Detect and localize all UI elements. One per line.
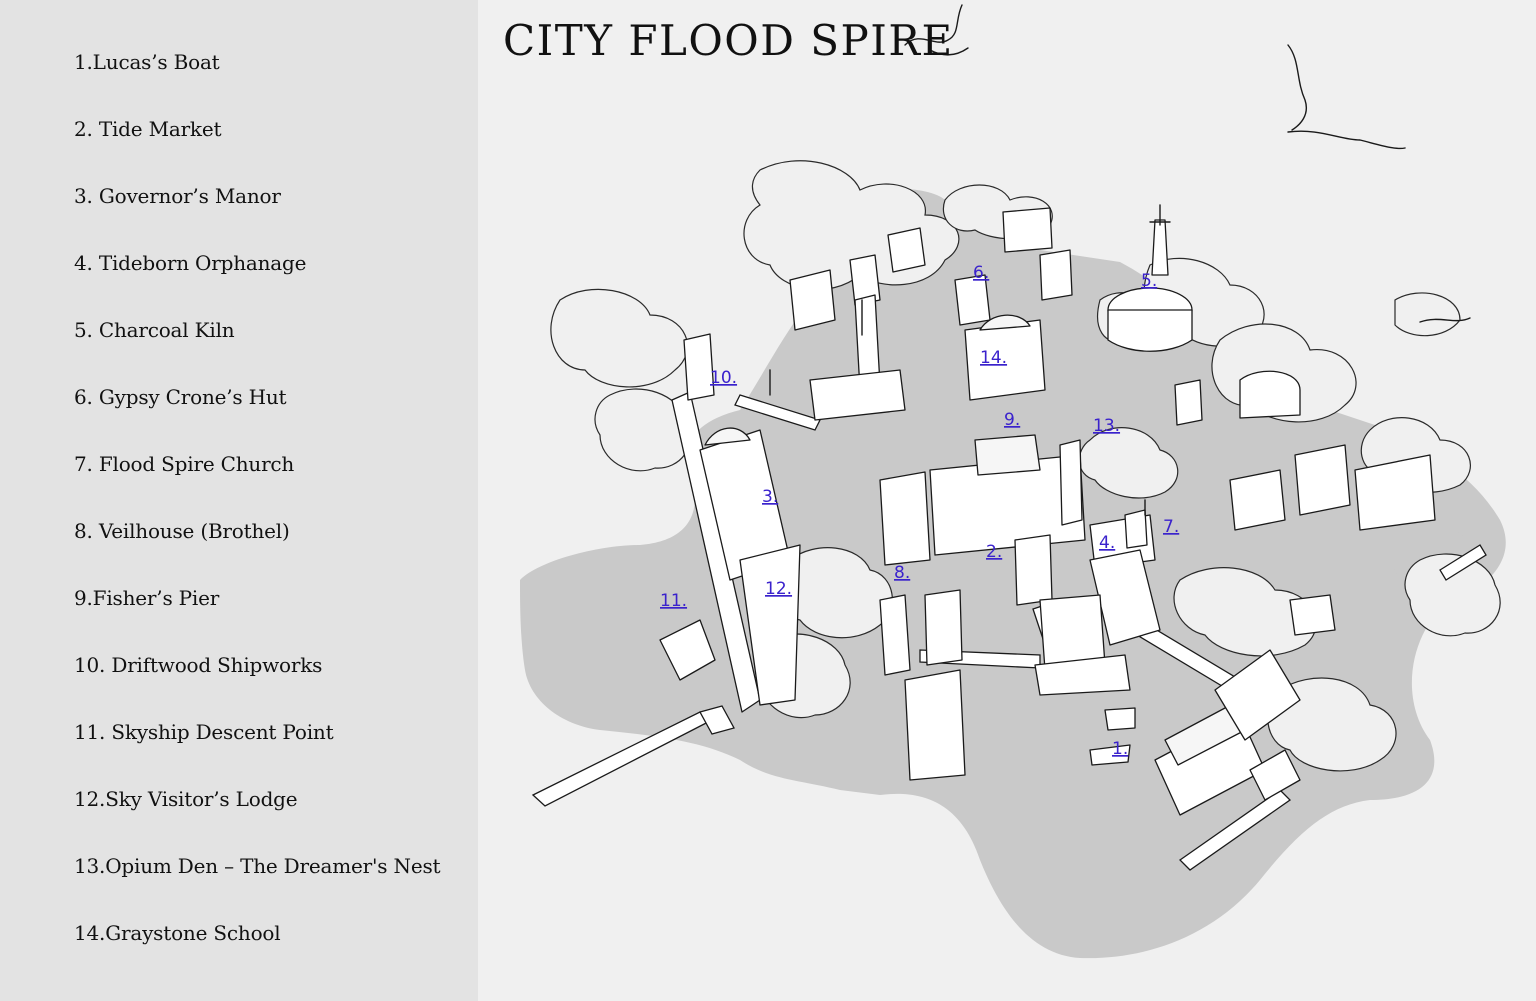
- building: [1059, 439, 1083, 526]
- building: [1002, 207, 1053, 253]
- building: [1151, 219, 1169, 276]
- building: [1294, 444, 1351, 516]
- map-title: CITY FLOOD SPIRE: [503, 16, 954, 65]
- map-marker-12[interactable]: 12.: [765, 579, 792, 599]
- building: [887, 227, 926, 273]
- building: [1124, 509, 1148, 549]
- smoke-trail: [1287, 44, 1406, 150]
- building: [879, 594, 911, 676]
- building: [1104, 707, 1136, 731]
- map-marker-8[interactable]: 8.: [894, 563, 910, 583]
- map-marker-2[interactable]: 2.: [986, 542, 1002, 562]
- building: [1014, 534, 1053, 606]
- building: [1039, 249, 1073, 301]
- building: [1229, 469, 1286, 531]
- city-map: 1. 2. 3. 4. 5. 6. 7. 8. 9. 10. 11. 12. 1…: [520, 4, 1506, 959]
- map-marker-14[interactable]: 14.: [980, 348, 1007, 368]
- building: [904, 669, 966, 781]
- map-marker-11[interactable]: 11.: [660, 591, 687, 611]
- building: [1174, 379, 1203, 426]
- map-marker-1[interactable]: 1.: [1112, 739, 1128, 759]
- flood-water: [520, 188, 1506, 959]
- water-area: [520, 188, 1506, 959]
- building: [1289, 594, 1336, 636]
- building: [683, 333, 715, 401]
- building: [789, 269, 836, 331]
- map-marker-6[interactable]: 6.: [973, 263, 989, 283]
- cloud: [550, 288, 688, 388]
- building: [974, 434, 1041, 476]
- map-marker-9[interactable]: 9.: [1004, 410, 1020, 430]
- map-marker-13[interactable]: 13.: [1093, 416, 1120, 436]
- spire: [1149, 204, 1171, 226]
- map-marker-3[interactable]: 3.: [762, 487, 778, 507]
- map-marker-5[interactable]: 5.: [1141, 271, 1157, 291]
- map-marker-4[interactable]: 4.: [1099, 533, 1115, 553]
- map-marker-7[interactable]: 7.: [1163, 517, 1179, 537]
- map-marker-10[interactable]: 10.: [710, 368, 737, 388]
- building: [879, 471, 931, 566]
- building: [1107, 309, 1193, 352]
- cloud: [1394, 292, 1461, 337]
- building: [1239, 370, 1301, 419]
- building: [924, 589, 963, 666]
